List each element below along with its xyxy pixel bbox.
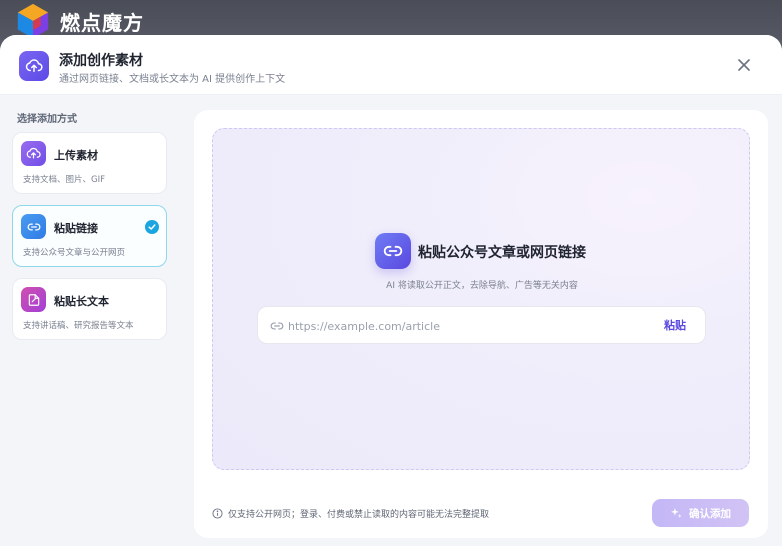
link-icon	[270, 322, 284, 330]
confirm-add-label: 确认添加	[689, 507, 731, 520]
cloud-upload-icon	[21, 141, 46, 166]
panel-subtitle: AI 将读取公开正文，去除导航、广告等无关内容	[386, 281, 578, 291]
sidebar-item-link[interactable]: 粘贴链接 支持公众号文章与公开网页	[12, 205, 167, 267]
sparkle-icon	[671, 507, 682, 518]
paste-button[interactable]: 粘贴	[664, 317, 686, 333]
sidebar-item-long-text[interactable]: 粘贴长文本 支持讲话稿、研究报告等文本	[12, 278, 167, 340]
document-edit-icon	[21, 287, 46, 312]
sidebar-heading: 选择添加方式	[17, 114, 77, 125]
add-material-modal: 添加创作素材 通过网页链接、文档或长文本为 AI 提供创作上下文 选择添加方式 …	[0, 35, 782, 546]
brand-name: 燃点魔方	[60, 10, 144, 35]
sidebar-item-label: 粘贴长文本	[54, 295, 109, 308]
check-icon	[145, 220, 159, 234]
footer-note: 仅支持公开网页；登录、付费或禁止读取的内容可能无法完整提取	[212, 507, 489, 520]
sidebar-item-label: 粘贴链接	[54, 222, 98, 235]
link-panel: 粘贴公众号文章或网页链接 AI 将读取公开正文，去除导航、广告等无关内容 粘贴 …	[194, 110, 768, 538]
sidebar-item-label: 上传素材	[54, 149, 98, 162]
sidebar-item-desc: 支持讲话稿、研究报告等文本	[23, 321, 134, 331]
link-icon	[375, 233, 411, 269]
url-input[interactable]	[288, 316, 628, 336]
close-button[interactable]	[734, 55, 754, 75]
link-icon	[21, 214, 46, 239]
modal-subtitle: 通过网页链接、文档或长文本为 AI 提供创作上下文	[59, 74, 286, 85]
sidebar-item-desc: 支持文档、图片、GIF	[23, 175, 105, 185]
modal-header: 添加创作素材 通过网页链接、文档或长文本为 AI 提供创作上下文	[0, 35, 782, 95]
sidebar-item-upload[interactable]: 上传素材 支持文档、图片、GIF	[12, 132, 167, 194]
url-field: 粘贴	[257, 306, 706, 344]
close-icon	[738, 59, 750, 71]
modal-title: 添加创作素材	[59, 53, 143, 69]
sidebar-item-desc: 支持公众号文章与公开网页	[23, 248, 126, 258]
confirm-add-button[interactable]: 确认添加	[652, 499, 749, 527]
app-titlebar: 燃点魔方	[0, 0, 782, 40]
link-dropzone: 粘贴公众号文章或网页链接 AI 将读取公开正文，去除导航、广告等无关内容 粘贴	[212, 128, 750, 470]
method-sidebar: 选择添加方式 上传素材 支持文档、图片、GIF 粘贴链接 支持公众号文章与公开网…	[0, 95, 180, 546]
footer-note-text: 仅支持公开网页；登录、付费或禁止读取的内容可能无法完整提取	[228, 510, 490, 520]
cloud-upload-icon	[19, 51, 49, 81]
panel-title: 粘贴公众号文章或网页链接	[418, 245, 586, 261]
info-icon	[212, 508, 223, 519]
